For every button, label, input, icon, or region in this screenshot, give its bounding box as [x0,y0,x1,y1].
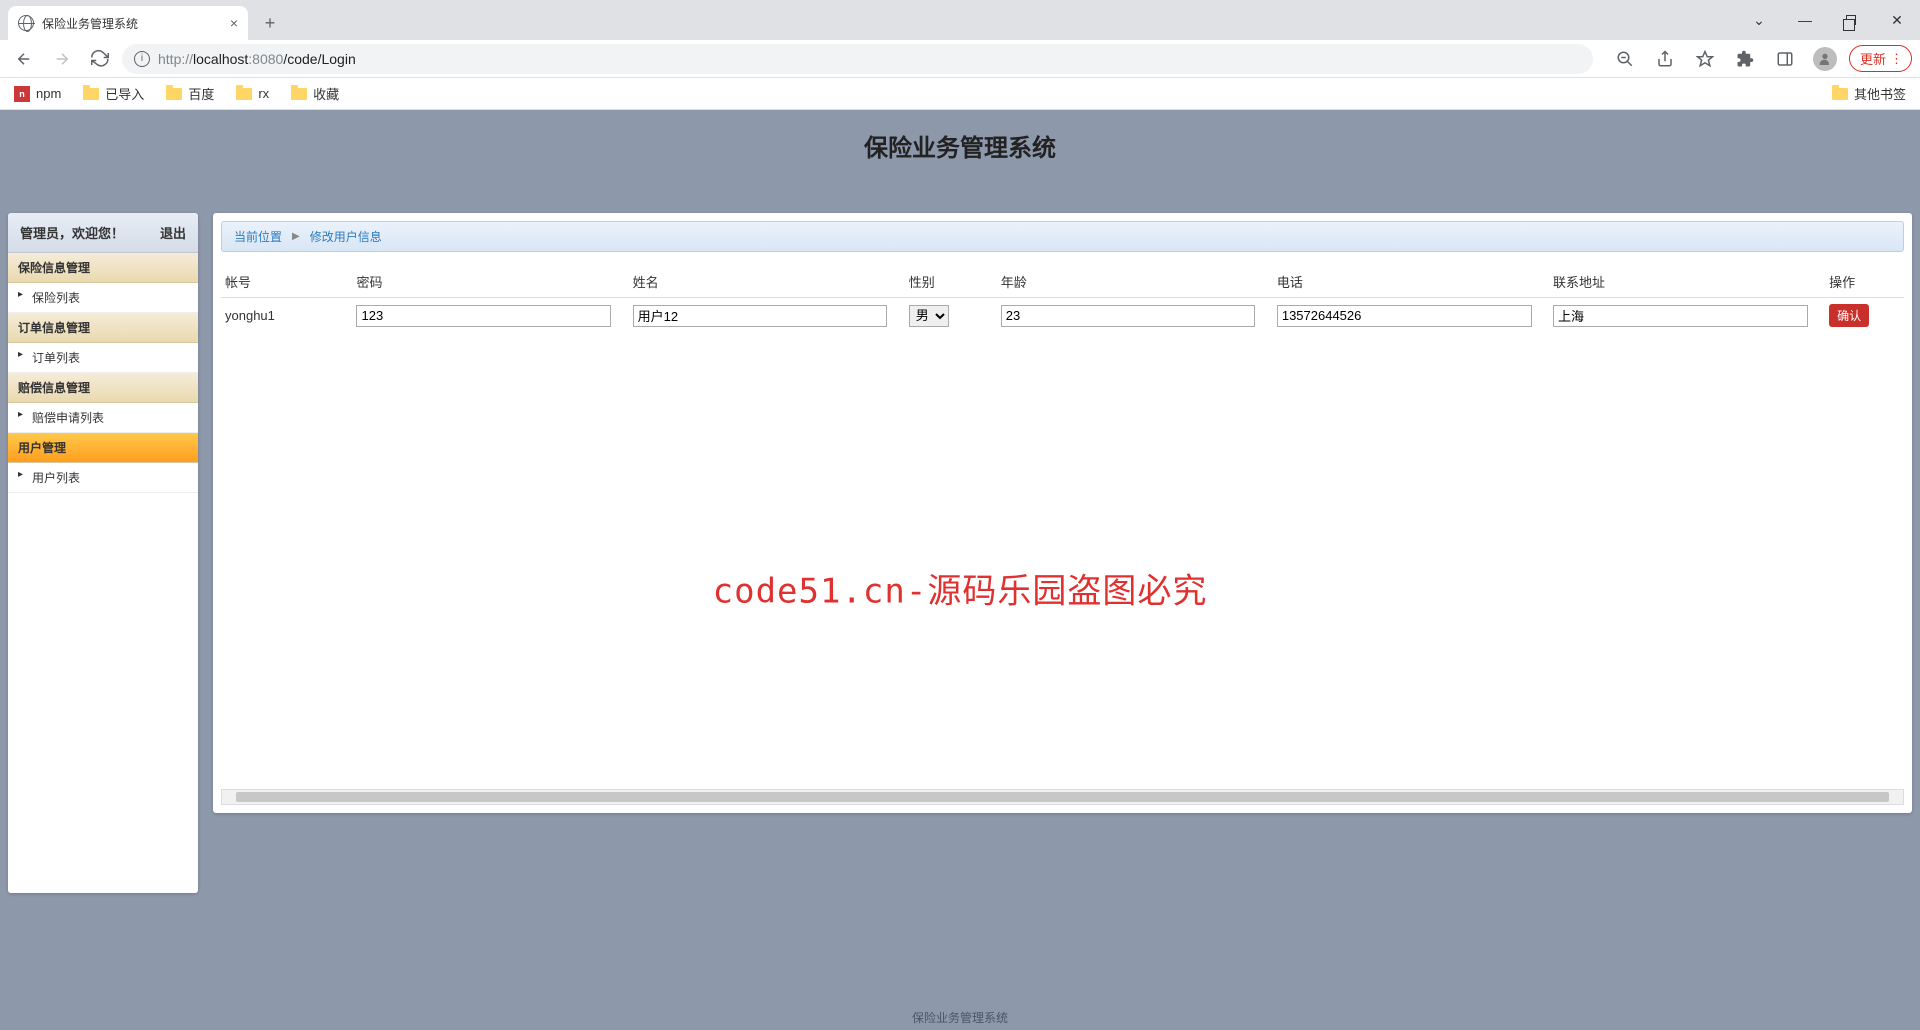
share-icon[interactable] [1649,43,1681,75]
app-root: 保险业务管理系统 管理员，欢迎您！ 退出 保险信息管理 保险列表 订单信息管理 … [0,110,1920,1030]
sidebar-head-insurance[interactable]: 保险信息管理 [8,253,198,283]
main-panel: 当前位置 ▶ 修改用户信息 帐号 密码 姓名 性别 年龄 电话 联系地址 操作 … [213,213,1912,813]
crumb-page: 修改用户信息 [310,228,382,245]
address-bar: i http://localhost:8080/code/Login 更新⋮ [0,40,1920,78]
chevron-down-icon[interactable]: ⌄ [1736,0,1782,40]
logout-link[interactable]: 退出 [160,223,186,242]
welcome-text: 管理员，欢迎您！ [20,223,124,242]
table-row: yonghu1 男 女 确认 [221,298,1904,334]
extensions-icon[interactable] [1729,43,1761,75]
breadcrumb: 当前位置 ▶ 修改用户信息 [221,221,1904,252]
forward-button[interactable] [46,43,78,75]
th-action: 操作 [1825,266,1904,298]
sidebar-head-user[interactable]: 用户管理 [8,433,198,463]
th-name: 姓名 [629,266,905,298]
bookmark-imported[interactable]: 已导入 [83,84,144,103]
folder-icon [236,88,252,100]
maximize-button[interactable] [1828,0,1874,40]
password-input[interactable] [356,305,611,327]
browser-tab[interactable]: 保险业务管理系统 × [8,6,248,40]
th-password: 密码 [352,266,628,298]
bookmark-npm[interactable]: nnpm [14,86,61,102]
reload-button[interactable] [84,43,116,75]
side-panel-icon[interactable] [1769,43,1801,75]
url-box[interactable]: i http://localhost:8080/code/Login [122,44,1593,74]
sidebar-item-insurance-list[interactable]: 保险列表 [8,283,198,313]
user-edit-table: 帐号 密码 姓名 性别 年龄 电话 联系地址 操作 yonghu1 男 女 [221,266,1904,333]
phone-input[interactable] [1277,305,1532,327]
tab-title: 保险业务管理系统 [42,15,138,32]
sidebar-item-compensation-list[interactable]: 赔偿申请列表 [8,403,198,433]
sidebar-head-compensation[interactable]: 赔偿信息管理 [8,373,198,403]
bookmark-fav[interactable]: 收藏 [291,84,339,103]
th-account: 帐号 [221,266,352,298]
bookmarks-bar: nnpm 已导入 百度 rx 收藏 其他书签 [0,78,1920,110]
globe-icon [18,15,34,31]
window-controls: ⌄ — ✕ [1736,0,1920,40]
th-phone: 电话 [1273,266,1549,298]
close-window-button[interactable]: ✕ [1874,0,1920,40]
gender-select[interactable]: 男 女 [909,305,949,327]
app-title: 保险业务管理系统 [0,110,1920,213]
th-address: 联系地址 [1549,266,1825,298]
folder-icon [291,88,307,100]
footer-text: 保险业务管理系统 [0,1005,1920,1030]
sidebar-head-order[interactable]: 订单信息管理 [8,313,198,343]
url-text: http://localhost:8080/code/Login [158,51,356,67]
folder-icon [1832,88,1848,100]
back-button[interactable] [8,43,40,75]
folder-icon [166,88,182,100]
npm-icon: n [14,86,30,102]
profile-avatar[interactable] [1809,43,1841,75]
star-icon[interactable] [1689,43,1721,75]
chevron-right-icon: ▶ [292,231,300,242]
bookmark-other[interactable]: 其他书签 [1832,84,1906,103]
folder-icon [83,88,99,100]
th-gender: 性别 [905,266,997,298]
update-button[interactable]: 更新⋮ [1849,45,1912,72]
bookmark-rx[interactable]: rx [236,86,269,101]
sidebar-item-user-list[interactable]: 用户列表 [8,463,198,493]
table-header-row: 帐号 密码 姓名 性别 年龄 电话 联系地址 操作 [221,266,1904,298]
crumb-location: 当前位置 [234,228,282,245]
address-input[interactable] [1553,305,1808,327]
sidebar: 管理员，欢迎您！ 退出 保险信息管理 保险列表 订单信息管理 订单列表 赔偿信息… [8,213,198,893]
age-input[interactable] [1001,305,1256,327]
browser-tab-strip: 保险业务管理系统 × + ⌄ — ✕ [0,0,1920,40]
bookmark-baidu[interactable]: 百度 [166,84,214,103]
name-input[interactable] [633,305,888,327]
minimize-button[interactable]: — [1782,0,1828,40]
new-tab-button[interactable]: + [256,9,284,37]
sidebar-blank [8,493,198,893]
confirm-button[interactable]: 确认 [1829,304,1869,327]
th-age: 年龄 [997,266,1273,298]
zoom-icon[interactable] [1609,43,1641,75]
sidebar-item-order-list[interactable]: 订单列表 [8,343,198,373]
info-icon[interactable]: i [134,51,150,67]
close-icon[interactable]: × [230,15,238,31]
cell-account: yonghu1 [221,298,352,334]
sidebar-welcome: 管理员，欢迎您！ 退出 [8,213,198,253]
horizontal-scrollbar[interactable] [221,789,1904,805]
